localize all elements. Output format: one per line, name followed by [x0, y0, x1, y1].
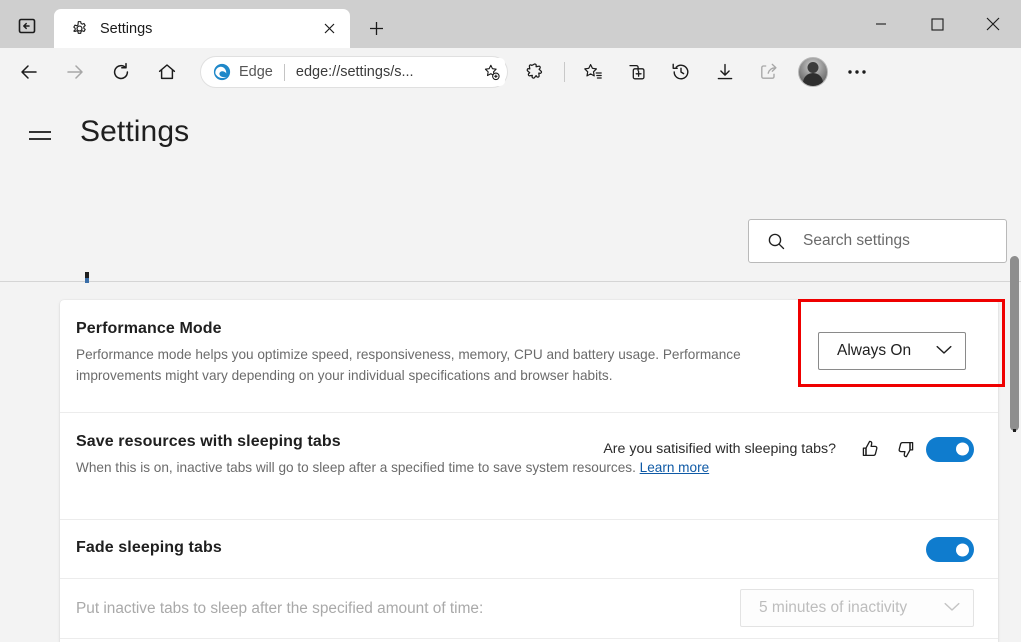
fade-sleeping-tabs-toggle[interactable]: [926, 537, 974, 562]
performance-mode-dropdown[interactable]: Always On: [818, 332, 966, 370]
sleeping-tabs-description-text: When this is on, inactive tabs will go t…: [76, 460, 640, 475]
settings-page: Settings Performance Mode Performance mo…: [0, 96, 1021, 642]
minimize-button[interactable]: [853, 0, 909, 48]
setting-row-sleeping-tabs: Save resources with sleeping tabs When t…: [60, 413, 998, 520]
extensions-button[interactable]: [518, 54, 554, 90]
favorites-button[interactable]: [575, 54, 611, 90]
search-input[interactable]: [803, 232, 993, 250]
home-icon: [158, 64, 176, 80]
settings-menu-button[interactable]: [20, 112, 60, 152]
toolbar-buttons: [514, 54, 879, 90]
back-button[interactable]: [11, 54, 47, 90]
window-controls: [853, 0, 1021, 48]
gear-icon: [70, 20, 88, 38]
more-options-button[interactable]: [839, 54, 875, 90]
close-icon: [324, 23, 334, 34]
close-window-button[interactable]: [965, 0, 1021, 48]
setting-row-performance-mode: Performance Mode Performance mode helps …: [60, 300, 998, 413]
history-icon: [672, 63, 689, 80]
tab-search-icon: [18, 18, 36, 34]
chevron-down-icon: [936, 342, 952, 360]
setting-row-inactivity-timer: Put inactive tabs to sleep after the spe…: [60, 579, 998, 639]
share-button[interactable]: [751, 54, 787, 90]
browser-tab-settings[interactable]: Settings: [54, 9, 350, 48]
tab-title: Settings: [100, 20, 153, 37]
performance-mode-dropdown-value: Always On: [837, 342, 912, 359]
page-title: Settings: [80, 115, 190, 148]
refresh-button[interactable]: [103, 54, 139, 90]
close-tab-button[interactable]: [316, 16, 342, 42]
downloads-icon: [717, 63, 733, 80]
scrollbar-marker: [1013, 429, 1016, 432]
tab-search-button[interactable]: [8, 7, 46, 45]
title-bar: Settings: [0, 0, 1021, 48]
collections-button[interactable]: [619, 54, 655, 90]
history-button[interactable]: [663, 54, 699, 90]
add-favorite-button[interactable]: [477, 58, 505, 86]
profile-avatar[interactable]: [798, 57, 828, 87]
chevron-down-icon: [944, 599, 960, 617]
edge-logo-icon: [213, 63, 231, 81]
new-tab-button[interactable]: [359, 11, 393, 45]
collections-icon: [629, 64, 645, 80]
fade-sleeping-tabs-title: Fade sleeping tabs: [76, 539, 222, 556]
performance-mode-description: Performance mode helps you optimize spee…: [76, 347, 741, 383]
arrow-left-icon: [21, 65, 37, 79]
arrow-right-icon: [67, 65, 83, 79]
thumbs-up-button[interactable]: [854, 433, 886, 465]
sleeping-tabs-toggle[interactable]: [926, 436, 974, 462]
settings-card: Performance Mode Performance mode helps …: [60, 300, 998, 642]
maximize-button[interactable]: [909, 0, 965, 48]
favorites-icon: [584, 63, 602, 79]
extensions-icon: [526, 63, 543, 79]
setting-row-fade-sleeping-tabs: Fade sleeping tabs: [60, 520, 998, 579]
downloads-button[interactable]: [707, 54, 743, 90]
toggle-knob: [956, 543, 969, 556]
sleeping-tabs-feedback: Are you satisified with sleeping tabs?: [603, 433, 974, 465]
maximize-icon: [930, 17, 944, 31]
toggle-knob: [956, 442, 969, 456]
hamburger-icon: [29, 131, 51, 133]
page-scrollbar[interactable]: [1010, 256, 1019, 431]
search-settings-box[interactable]: [748, 219, 1007, 263]
thumbs-up-icon: [862, 440, 878, 457]
plus-icon: [369, 21, 383, 35]
address-separator: [283, 63, 285, 81]
refresh-icon: [113, 62, 129, 80]
inactivity-timer-dropdown[interactable]: 5 minutes of inactivity: [740, 589, 974, 627]
settings-content: Performance Mode Performance mode helps …: [0, 282, 1021, 642]
thumbs-down-icon: [898, 441, 914, 458]
minimize-icon: [876, 23, 886, 25]
forward-button[interactable]: [57, 54, 93, 90]
share-icon: [761, 63, 777, 79]
address-bar[interactable]: Edge edge://settings/s...: [200, 56, 508, 88]
feedback-question: Are you satisified with sleeping tabs?: [603, 441, 836, 457]
star-add-icon: [484, 64, 500, 80]
address-url-text: edge://settings/s...: [295, 64, 414, 80]
settings-header: Settings: [0, 96, 1021, 168]
toolbar-divider: [564, 62, 565, 82]
ellipsis-icon: [848, 70, 866, 74]
thumbs-down-button[interactable]: [890, 433, 922, 465]
close-icon: [986, 17, 1000, 31]
browser-toolbar: Edge edge://settings/s...: [0, 48, 1021, 96]
inactivity-timer-value: 5 minutes of inactivity: [759, 599, 908, 616]
address-brand-label: Edge: [239, 64, 273, 80]
search-icon: [768, 233, 785, 249]
home-button[interactable]: [149, 54, 185, 90]
